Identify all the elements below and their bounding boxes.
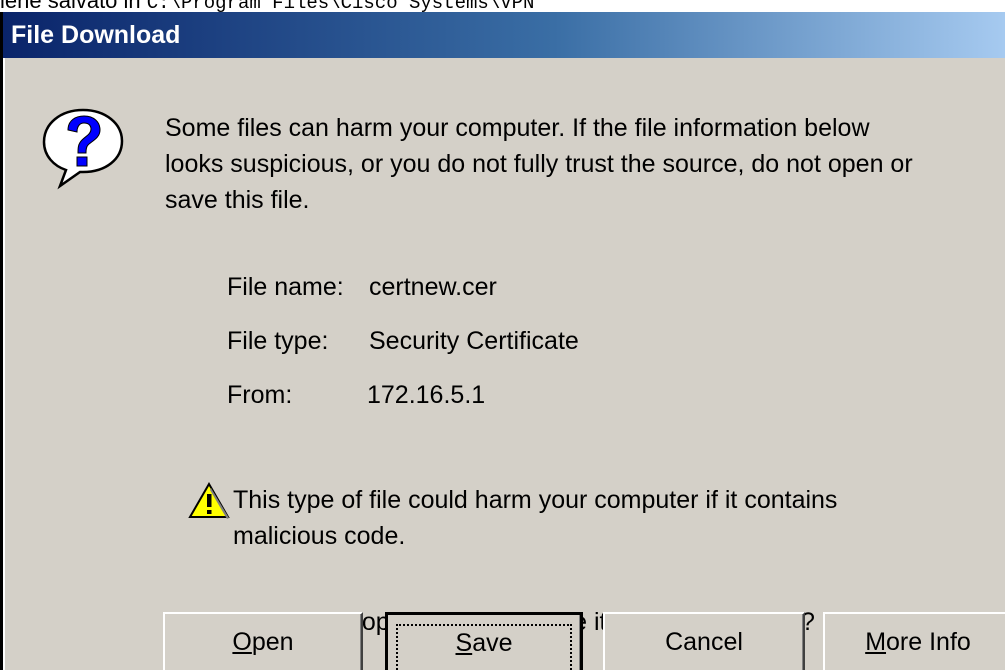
intro-line: save this file. [165, 186, 310, 214]
more-info-button[interactable]: More Info [823, 612, 1005, 670]
intro-text: Some files can harm your computer. If th… [165, 110, 1005, 218]
cancel-button[interactable]: Cancel [603, 612, 805, 670]
file-download-dialog: File Download Some files can harm your c… [0, 12, 1005, 670]
question-icon [42, 108, 124, 190]
open-button[interactable]: Open [163, 612, 363, 670]
more-info-button-label: More Info [865, 615, 971, 669]
warning-line: This type of file could harm your comput… [233, 486, 838, 514]
dialog-titlebar[interactable]: File Download [3, 12, 1005, 58]
open-button-accelerator: O [232, 628, 252, 656]
open-button-label: Open [232, 615, 293, 669]
file-name-value: certnew.cer [369, 273, 497, 301]
intro-line: looks suspicious, or you do not fully tr… [165, 150, 913, 178]
warning-text: This type of file could harm your comput… [233, 482, 837, 554]
dialog-content: Some files can harm your computer. If th… [3, 58, 1005, 670]
from-row: From: 172.16.5.1 [227, 380, 485, 410]
file-name-label: File name: [227, 273, 344, 301]
file-type-value: Security Certificate [369, 327, 579, 355]
more-info-button-label-rest: ore Info [886, 628, 971, 656]
from-value: 172.16.5.1 [367, 381, 486, 409]
from-label: From: [227, 381, 293, 409]
warning-icon [188, 482, 230, 519]
intro-line: Some files can harm your computer. If th… [165, 114, 870, 142]
open-button-label-rest: pen [251, 628, 294, 656]
focus-rectangle [396, 624, 572, 670]
file-name-row: File name: certnew.cer [227, 272, 497, 302]
dialog-title: File Download [11, 21, 181, 49]
file-type-label: File type: [227, 327, 329, 355]
more-info-button-accelerator: M [865, 628, 887, 656]
file-type-row: File type: Security Certificate [227, 326, 579, 356]
cancel-button-label: Cancel [665, 628, 743, 656]
save-button[interactable]: Save [385, 612, 583, 670]
warning-line: malicious code. [233, 522, 406, 550]
